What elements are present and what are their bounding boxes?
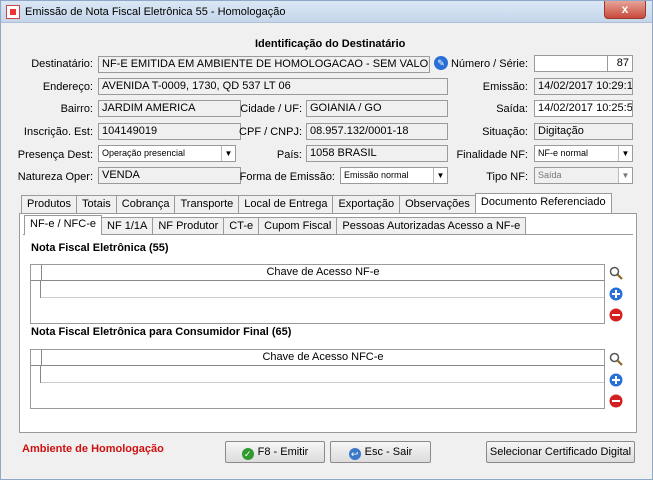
add-icon[interactable] xyxy=(609,373,623,387)
endereco-field[interactable]: AVENIDA T-0009, 1730, QD 537 LT 06 xyxy=(98,78,448,95)
search-icon[interactable] xyxy=(609,266,623,280)
tab-nfe-nfce[interactable]: NF-e / NFC-e xyxy=(24,215,102,235)
emissao-field[interactable]: 14/02/2017 10:29:16 xyxy=(534,78,633,95)
main-tabs: Produtos Totais Cobrança Transporte Loca… xyxy=(21,193,612,213)
tab-cupom-fiscal[interactable]: Cupom Fiscal xyxy=(258,217,338,235)
table-row[interactable] xyxy=(41,281,604,298)
tab-cte[interactable]: CT-e xyxy=(223,217,260,235)
grid-header: Chave de Acesso NFC-e xyxy=(31,350,604,366)
chevron-down-icon: ▼ xyxy=(433,168,447,183)
tab-nf-produtor[interactable]: NF Produtor xyxy=(152,217,225,235)
saida-label: Saída: xyxy=(496,103,528,115)
destinatario-label: Destinatário: xyxy=(31,58,93,70)
search-icon[interactable] xyxy=(609,352,623,366)
endereco-label: Endereço: xyxy=(42,81,93,93)
cpf-cnpj-label: CPF / CNPJ: xyxy=(239,126,302,138)
situacao-field[interactable]: Digitação xyxy=(534,123,633,140)
tab-produtos[interactable]: Produtos xyxy=(21,195,78,213)
tab-local-entrega[interactable]: Local de Entrega xyxy=(238,195,334,213)
forma-emissao-value: Emissão normal xyxy=(344,170,409,180)
presenca-value: Operação presencial xyxy=(102,148,186,158)
table-row[interactable] xyxy=(41,366,604,383)
environment-label: Ambiente de Homologação xyxy=(22,443,164,455)
finalidade-select[interactable]: NF-e normal ▼ xyxy=(534,145,633,162)
cidade-uf-field[interactable]: GOIANIA / GO xyxy=(306,100,448,117)
nfce-section-title: Nota Fiscal Eletrônica para Consumidor F… xyxy=(31,326,292,338)
presenca-select[interactable]: Operação presencial ▼ xyxy=(98,145,236,162)
pais-field[interactable]: 1058 BRASIL xyxy=(306,145,448,162)
destinatario-field[interactable]: NF-E EMITIDA EM AMBIENTE DE HOMOLOGACAO … xyxy=(98,56,430,73)
tab-pessoas-autorizadas[interactable]: Pessoas Autorizadas Acesso a NF-e xyxy=(336,217,527,235)
nfe-section-title: Nota Fiscal Eletrônica (55) xyxy=(31,242,169,254)
add-icon[interactable] xyxy=(609,287,623,301)
exit-button-label: Esc - Sair xyxy=(364,446,413,458)
tab-documento-referenciado[interactable]: Documento Referenciado xyxy=(474,193,612,213)
title-bar: Emissão de Nota Fiscal Eletrônica 55 - H… xyxy=(1,1,652,23)
nfce-column-header[interactable]: Chave de Acesso NFC-e xyxy=(41,350,604,366)
emissao-label: Emissão: xyxy=(482,81,528,93)
finalidade-label: Finalidade NF: xyxy=(456,149,528,161)
tab-exportacao[interactable]: Exportação xyxy=(332,195,401,213)
natureza-field[interactable]: VENDA xyxy=(98,167,241,184)
grid-header: Chave de Acesso NF-e xyxy=(31,265,604,281)
chevron-down-icon: ▼ xyxy=(618,146,632,161)
emit-button-label: F8 - Emitir xyxy=(257,446,309,458)
edit-recipient-icon[interactable]: ✎ xyxy=(434,56,448,70)
main-window: Emissão de Nota Fiscal Eletrônica 55 - H… xyxy=(0,0,653,480)
nfe-grid[interactable]: Chave de Acesso NF-e xyxy=(30,264,605,324)
forma-emissao-label: Forma de Emissão: xyxy=(239,171,335,183)
remove-icon[interactable] xyxy=(609,394,623,408)
check-icon: ✓ xyxy=(241,448,254,460)
tipo-nf-value: Saída xyxy=(538,170,562,180)
select-certificate-button[interactable]: Selecionar Certificado Digital xyxy=(486,441,635,463)
tab-cobranca[interactable]: Cobrança xyxy=(115,195,176,213)
exit-button[interactable]: ↩ Esc - Sair xyxy=(330,441,431,463)
tab-observacoes[interactable]: Observações xyxy=(399,195,476,213)
serie-field[interactable]: 87 xyxy=(607,55,633,72)
sub-tabs: NF-e / NFC-e NF 1/1A NF Produtor CT-e Cu… xyxy=(24,215,527,235)
inscricao-label: Inscrição. Est: xyxy=(23,126,93,138)
tipo-nf-select[interactable]: Saída ▼ xyxy=(534,167,633,184)
tipo-nf-label: Tipo NF: xyxy=(486,171,528,183)
natureza-label: Natureza Oper: xyxy=(17,171,93,183)
situacao-label: Situação: xyxy=(482,126,528,138)
cidade-uf-label: Cidade / UF: xyxy=(240,103,302,115)
tab-totais[interactable]: Totais xyxy=(76,195,117,213)
inscricao-field[interactable]: 104149019 xyxy=(98,123,241,140)
nfce-grid[interactable]: Chave de Acesso NFC-e xyxy=(30,349,605,409)
exit-icon: ↩ xyxy=(348,448,361,460)
numero-serie-label: Número / Série: xyxy=(450,58,528,70)
chevron-down-icon: ▼ xyxy=(618,168,632,183)
saida-field[interactable]: 14/02/2017 10:25:53 xyxy=(534,100,633,117)
bairro-field[interactable]: JARDIM AMERICA xyxy=(98,100,241,117)
window-title: Emissão de Nota Fiscal Eletrônica 55 - H… xyxy=(25,6,286,18)
close-button[interactable]: x xyxy=(604,1,646,19)
chevron-down-icon: ▼ xyxy=(221,146,235,161)
sub-tab-divider xyxy=(23,234,633,235)
section-title: Identificação do Destinatário xyxy=(255,38,406,50)
pais-label: País: xyxy=(276,149,302,161)
forma-emissao-select[interactable]: Emissão normal ▼ xyxy=(340,167,448,184)
emit-button[interactable]: ✓ F8 - Emitir xyxy=(225,441,325,463)
nfe-column-header[interactable]: Chave de Acesso NF-e xyxy=(41,265,604,281)
finalidade-value: NF-e normal xyxy=(538,148,589,158)
bairro-label: Bairro: xyxy=(60,103,93,115)
tab-transporte[interactable]: Transporte xyxy=(174,195,240,213)
tab-nf-1-1a[interactable]: NF 1/1A xyxy=(101,217,154,235)
cpf-cnpj-field[interactable]: 08.957.132/0001-18 xyxy=(306,123,448,140)
app-icon xyxy=(6,5,20,19)
presenca-label: Presença Dest: xyxy=(17,149,93,161)
remove-icon[interactable] xyxy=(609,308,623,322)
